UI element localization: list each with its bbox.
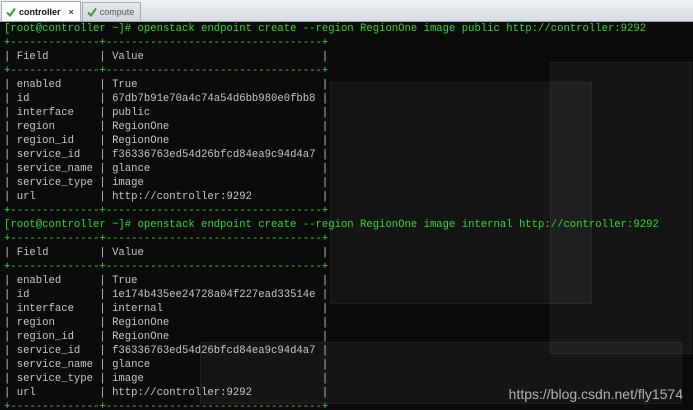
command-line: [root@controller ~]# openstack endpoint … <box>4 22 693 36</box>
tab-compute[interactable]: compute <box>81 2 142 21</box>
table-row: | url | http://controller:9292 | <box>4 191 329 203</box>
table-header: | Field | Value | <box>4 247 329 259</box>
table-row: | region | RegionOne | <box>4 121 329 133</box>
table-header: | Field | Value | <box>4 51 329 63</box>
table-row: | interface | internal | <box>4 303 329 315</box>
command-line: [root@controller ~]# openstack endpoint … <box>4 218 693 232</box>
table-row: | id | 67db7b91e70a4c74a54d6bb980e0fbb8 … <box>4 93 329 105</box>
table-row: | enabled | True | <box>4 275 329 287</box>
tab-label: controller <box>19 6 61 17</box>
table-row: | id | 1e174b435ee24728a04f227ead33514e … <box>4 289 329 301</box>
close-tab-icon[interactable]: × <box>69 7 74 17</box>
prompt: [root@controller ~]# <box>4 219 132 231</box>
tab-bar: controller × compute <box>0 0 693 22</box>
green-check-icon <box>6 7 16 17</box>
table-row: | service_id | f36336763ed54d26bfcd84ea9… <box>4 149 329 161</box>
table-row: | service_name | glance | <box>4 163 329 175</box>
table-row: | region_id | RegionOne | <box>4 331 329 343</box>
table-row: | service_name | glance | <box>4 359 329 371</box>
terminal-lines: [root@controller ~]# openstack endpoint … <box>4 22 693 410</box>
table-border: +--------------+------------------------… <box>4 65 329 77</box>
command-text: openstack endpoint create --region Regio… <box>131 219 659 231</box>
table-row: | service_id | f36336763ed54d26bfcd84ea9… <box>4 345 329 357</box>
table-row: | region_id | RegionOne | <box>4 135 329 147</box>
table-row: | service_type | image | <box>4 177 329 189</box>
table-row: | interface | public | <box>4 107 329 119</box>
tab-controller[interactable]: controller × <box>1 1 81 21</box>
prompt: [root@controller ~]# <box>4 23 132 35</box>
green-check-icon <box>87 7 97 17</box>
table-row: | service_type | image | <box>4 373 329 385</box>
table-row: | enabled | True | <box>4 79 329 91</box>
app-window: controller × compute [root@controller ~]… <box>0 0 693 410</box>
tab-label: compute <box>99 7 135 17</box>
table-border: +--------------+------------------------… <box>4 205 329 217</box>
table-border: +--------------+------------------------… <box>4 37 329 49</box>
command-text: openstack endpoint create --region Regio… <box>131 23 647 35</box>
table-border: +--------------+------------------------… <box>4 261 329 273</box>
watermark: https://blog.csdn.net/fly1574 <box>508 386 683 402</box>
table-row: | region | RegionOne | <box>4 317 329 329</box>
table-border: +--------------+------------------------… <box>4 233 329 245</box>
terminal-output[interactable]: [root@controller ~]# openstack endpoint … <box>0 22 693 410</box>
